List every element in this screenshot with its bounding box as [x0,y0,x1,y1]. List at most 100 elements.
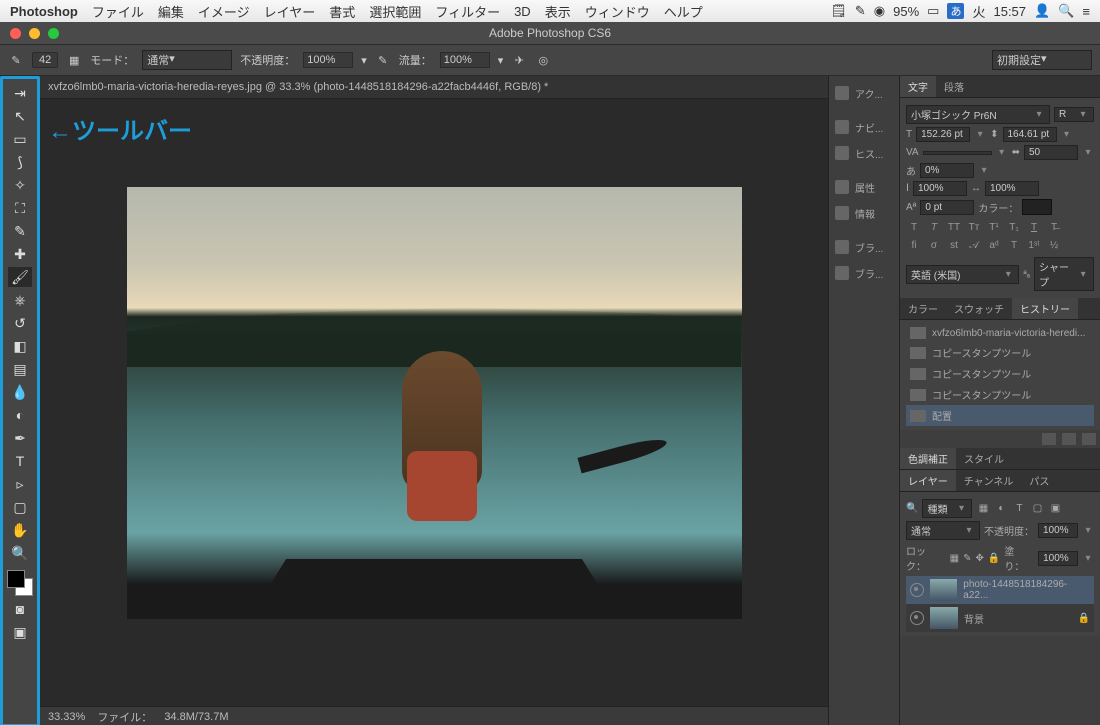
layer-row[interactable]: 背景🔒 [906,604,1094,632]
crop-tool[interactable]: ⛶ [8,198,32,218]
user-icon[interactable]: 👤 [1034,3,1050,19]
path-select-tool[interactable]: ▹ [8,474,32,494]
collapse-handle-icon[interactable]: ⇥ [8,83,32,103]
filter-shape-icon[interactable]: ▢ [1030,503,1044,514]
fractions-button[interactable]: T [1006,238,1022,252]
lock-transparency-icon[interactable]: ▦ [950,553,959,564]
lock-all-icon[interactable]: 🔒 [988,553,1000,564]
airbrush-icon[interactable]: ✈ [511,52,527,68]
tab-styles[interactable]: スタイル [956,448,1012,469]
menu-filter[interactable]: フィルター [435,2,500,21]
panel-brush[interactable]: ブラ... [829,234,899,260]
layer-name[interactable]: 背景 [964,611,984,626]
new-document-icon[interactable] [1062,433,1076,445]
menu-3d[interactable]: 3D [514,4,531,19]
italic-button[interactable]: T [926,220,942,234]
menu-edit[interactable]: 編集 [158,2,184,21]
panel-navigator[interactable]: ナビ... [829,114,899,140]
history-item[interactable]: 配置 [906,405,1094,426]
healing-brush-tool[interactable]: ✚ [8,244,32,264]
panel-info[interactable]: 情報 [829,200,899,226]
app-menu[interactable]: Photoshop [10,4,78,19]
color-swatches[interactable] [7,570,33,596]
blend-mode-select[interactable]: 通常▾ [906,521,980,540]
panel-histogram[interactable]: ヒス... [829,140,899,166]
panel-actions[interactable]: アク... [829,80,899,106]
tracking-field[interactable]: 50 [1024,145,1078,160]
ime-indicator[interactable]: あ [947,3,964,19]
pressure-size-icon[interactable]: ◎ [535,52,551,68]
panel-brush-presets[interactable]: ブラ... [829,260,899,286]
leading-field[interactable]: 164.61 pt [1003,127,1057,142]
move-tool[interactable]: ↖ [8,106,32,126]
lock-pixels-icon[interactable]: ✎ [963,553,971,564]
hand-tool[interactable]: ✋ [8,520,32,540]
subscript-button[interactable]: T₁ [1006,220,1022,234]
brush-size-field[interactable]: 42 [32,52,58,68]
stylistic-button[interactable]: st [946,238,962,252]
clone-stamp-tool[interactable]: ⎈ [8,290,32,310]
text-color-swatch[interactable] [1022,199,1052,215]
pen-tool[interactable]: ✒ [8,428,32,448]
type-tool[interactable]: T [8,451,32,471]
filter-pixel-icon[interactable]: ▦ [976,503,990,514]
zoom-tool[interactable]: 🔍 [8,543,32,563]
marquee-tool[interactable]: ▭ [8,129,32,149]
history-brush-tool[interactable]: ↺ [8,313,32,333]
tab-adjustments[interactable]: 色調補正 [900,448,956,469]
vscale-field[interactable]: 100% [913,181,967,196]
flow-dropdown-icon[interactable]: ▾ [498,54,504,67]
discretionary-button[interactable]: 1ˢᵗ [1026,238,1042,252]
tab-swatches[interactable]: スウォッチ [946,298,1012,319]
layer-name[interactable]: photo-1448518184296-a22... [963,579,1090,601]
filter-type-icon[interactable]: T [1012,503,1026,514]
tab-paths[interactable]: パス [1021,470,1057,491]
tool-preset-icon[interactable]: ✎ [8,52,24,68]
tab-character[interactable]: 文字 [900,76,936,97]
canvas[interactable]: ←ツールバー [40,99,828,706]
hscale-field[interactable]: 100% [985,181,1039,196]
menu-help[interactable]: ヘルプ [664,2,703,21]
visibility-toggle[interactable] [910,583,924,597]
history-item[interactable]: コピースタンプツール [906,342,1094,363]
layer-filter-select[interactable]: 種類▾ [922,499,972,518]
spotlight-icon[interactable]: 🔍 [1058,3,1074,19]
new-snapshot-icon[interactable] [1042,433,1056,445]
filter-icon[interactable]: 🔍 [906,503,918,514]
font-style-select[interactable]: R▾ [1054,107,1094,122]
tab-history[interactable]: ヒストリー [1012,298,1078,319]
pressure-opacity-icon[interactable]: ✎ [375,52,391,68]
brush-tool[interactable]: 🖌 [8,267,32,287]
menu-type[interactable]: 書式 [329,2,355,21]
flow-field[interactable] [440,52,490,68]
shape-tool[interactable]: ▢ [8,497,32,517]
fill-field[interactable]: 100% [1038,551,1078,566]
dodge-tool[interactable]: ◐ [8,405,32,425]
opacity-dropdown-icon[interactable]: ▾ [361,54,367,67]
history-item[interactable]: コピースタンプツール [906,363,1094,384]
lock-position-icon[interactable]: ✥ [976,553,984,564]
allcaps-button[interactable]: TT [946,220,962,234]
language-select[interactable]: 英語 (米国)▾ [906,265,1019,284]
titling-button[interactable]: ½ [1046,238,1062,252]
tab-paragraph[interactable]: 段落 [936,76,972,97]
workspace-preset-select[interactable]: 初期設定▾ [992,50,1092,70]
tab-color[interactable]: カラー [900,298,946,319]
menu-view[interactable]: 表示 [545,2,571,21]
zoom-status[interactable]: 33.33% [48,711,85,723]
eraser-tool[interactable]: ◧ [8,336,32,356]
magic-wand-tool[interactable]: ✧ [8,175,32,195]
screen-mode-tool[interactable]: ▣ [8,622,32,642]
brush-panel-toggle-icon[interactable]: ▦ [66,52,82,68]
tab-channels[interactable]: チャンネル [956,470,1022,491]
history-item[interactable]: コピースタンプツール [906,384,1094,405]
tab-layers[interactable]: レイヤー [900,470,956,491]
eyedropper-tool[interactable]: ✎ [8,221,32,241]
layer-opacity-field[interactable]: 100% [1038,523,1078,538]
oldstyle-button[interactable]: σ [926,238,942,252]
trash-icon[interactable] [1082,433,1096,445]
font-family-select[interactable]: 小塚ゴシック Pr6N▾ [906,105,1050,124]
strike-button[interactable]: T̶ [1046,220,1062,234]
ordinals-button[interactable]: aᵈ [986,238,1002,252]
smallcaps-button[interactable]: Tᴛ [966,220,982,234]
